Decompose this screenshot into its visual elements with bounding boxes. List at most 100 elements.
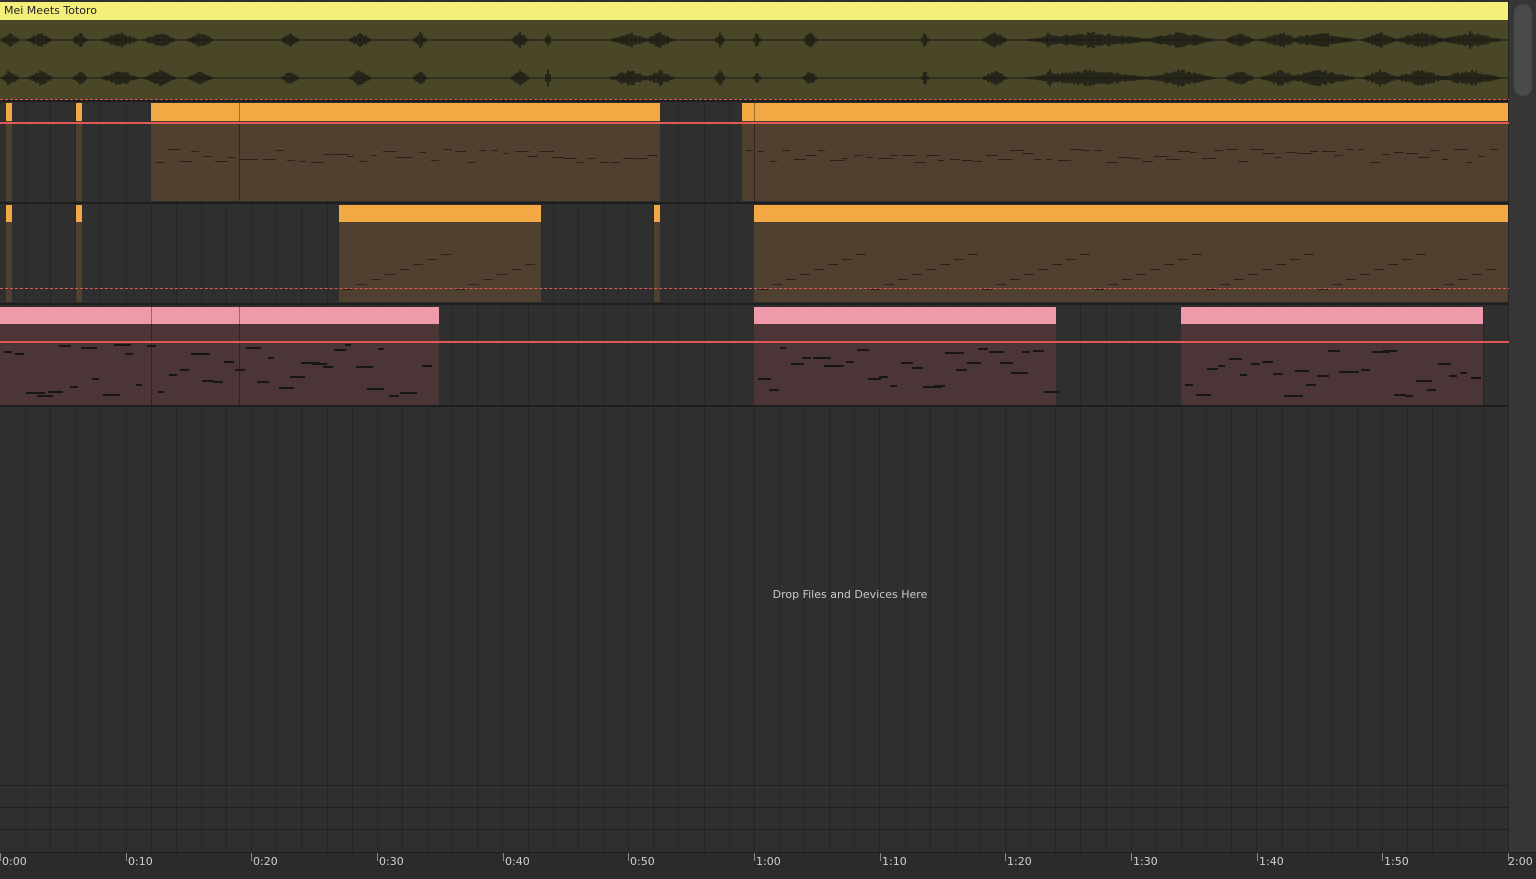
midi-note: [467, 162, 475, 163]
midi-note: [1332, 283, 1342, 285]
midi-note: [1240, 374, 1247, 376]
midi-note: [257, 381, 269, 383]
vertical-scrollbar[interactable]: [1514, 4, 1532, 96]
midi-note: [856, 253, 866, 255]
midi-note: [1164, 263, 1174, 265]
midi-note: [1207, 368, 1218, 370]
midi-clip-body[interactable]: [6, 222, 12, 302]
midi-note: [854, 155, 863, 156]
midi-note: [1394, 152, 1404, 153]
midi-note: [1238, 161, 1248, 162]
midi-clip-body[interactable]: [76, 222, 82, 302]
midi-note: [48, 391, 63, 393]
midi-note: [367, 388, 384, 390]
midi-note: [1178, 258, 1188, 260]
midi-note: [1185, 384, 1193, 386]
midi-note: [357, 283, 367, 285]
midi-note: [846, 361, 854, 363]
midi-note: [1192, 253, 1202, 255]
midi-clip-header[interactable]: [754, 307, 1056, 324]
midi-note: [383, 151, 397, 152]
midi-note: [890, 385, 897, 387]
midi-note: [974, 161, 982, 162]
midi-note: [167, 149, 181, 150]
midi-clip-header[interactable]: [754, 205, 1508, 222]
midi-clip-body[interactable]: [754, 324, 1059, 405]
midi-note: [1416, 253, 1426, 255]
arrangement-view[interactable]: Mei Meets Totoro Drop Files and Devices …: [0, 0, 1536, 879]
ruler-tick-label: 1:00: [756, 855, 781, 868]
midi-clip-header[interactable]: [0, 307, 439, 324]
midi-note: [1402, 258, 1412, 260]
ruler-tick: [1131, 853, 1132, 861]
midi-clip-body[interactable]: [654, 222, 660, 302]
midi-note: [407, 157, 413, 158]
automation-line[interactable]: [0, 122, 1536, 124]
automation-line[interactable]: [0, 341, 1536, 343]
midi-note: [147, 345, 156, 347]
midi-note: [1273, 373, 1283, 375]
midi-clip-header[interactable]: [1181, 307, 1483, 324]
ruler-tick: [377, 853, 378, 861]
midi-note: [1218, 365, 1225, 367]
clip-divider: [754, 103, 755, 121]
midi-note: [1038, 268, 1048, 270]
ruler-tick-label: 0:40: [505, 855, 530, 868]
midi-clip-body[interactable]: [742, 121, 1508, 201]
midi-clip-header[interactable]: [76, 103, 82, 121]
midi-note: [1220, 283, 1230, 285]
midi-note: [1310, 151, 1318, 152]
midi-clip-header[interactable]: [6, 103, 12, 121]
midi-note: [323, 154, 334, 155]
midi-note: [1262, 268, 1272, 270]
midi-note: [1290, 258, 1300, 260]
midi-note: [1033, 350, 1044, 352]
midi-clip-body[interactable]: [76, 121, 82, 201]
midi-note: [224, 361, 234, 363]
automation-line[interactable]: [0, 288, 1536, 289]
midi-clip-body[interactable]: [754, 222, 1508, 302]
midi-note: [806, 155, 817, 156]
midi-note: [1361, 369, 1370, 371]
ruler-tick-label: 1:40: [1259, 855, 1284, 868]
midi-note: [879, 376, 888, 378]
midi-note: [213, 381, 223, 383]
midi-note: [1136, 273, 1146, 275]
midi-note: [1442, 159, 1448, 160]
midi-clip-header[interactable]: [654, 205, 660, 222]
midi-note: [1250, 149, 1264, 150]
midi-note: [1304, 253, 1314, 255]
midi-note: [1360, 273, 1370, 275]
ruler-tick: [503, 853, 504, 861]
midi-note: [431, 160, 439, 161]
midi-clip-header[interactable]: [339, 205, 541, 222]
midi-clip-header[interactable]: [742, 103, 1508, 121]
midi-note: [4, 351, 12, 353]
midi-note: [191, 353, 210, 355]
time-ruler[interactable]: 0:00 0:10 0:20 0:30 0:40 0:50 1:00 1:10 1:20 1:30…: [0, 852, 1536, 879]
midi-clip-body[interactable]: [6, 121, 12, 201]
midi-clip-body[interactable]: [151, 121, 660, 201]
audio-clip-header[interactable]: Mei Meets Totoro: [0, 2, 1508, 20]
midi-note: [1082, 150, 1090, 151]
midi-clip-header[interactable]: [151, 103, 660, 121]
midi-note: [758, 151, 764, 152]
ruler-tick-label: 2:00: [1508, 855, 1533, 868]
ruler-tick-label: 0:50: [630, 855, 655, 868]
midi-clip-body[interactable]: [0, 324, 439, 405]
midi-note: [345, 344, 351, 346]
midi-clip-header[interactable]: [6, 205, 12, 222]
midi-clip-header[interactable]: [76, 205, 82, 222]
midi-note: [1406, 153, 1418, 154]
midi-clip-body[interactable]: [339, 222, 541, 302]
audio-clip-body[interactable]: [0, 20, 1508, 99]
ruler-tick-label: 1:20: [1007, 855, 1032, 868]
midi-note: [782, 150, 790, 151]
midi-clip-body[interactable]: [1181, 324, 1483, 405]
midi-note: [1478, 156, 1485, 157]
midi-note: [800, 273, 810, 275]
midi-note: [1229, 358, 1242, 360]
grid-line: [678, 0, 679, 852]
ruler-tick-label: 1:10: [882, 855, 907, 868]
midi-note: [227, 157, 235, 158]
